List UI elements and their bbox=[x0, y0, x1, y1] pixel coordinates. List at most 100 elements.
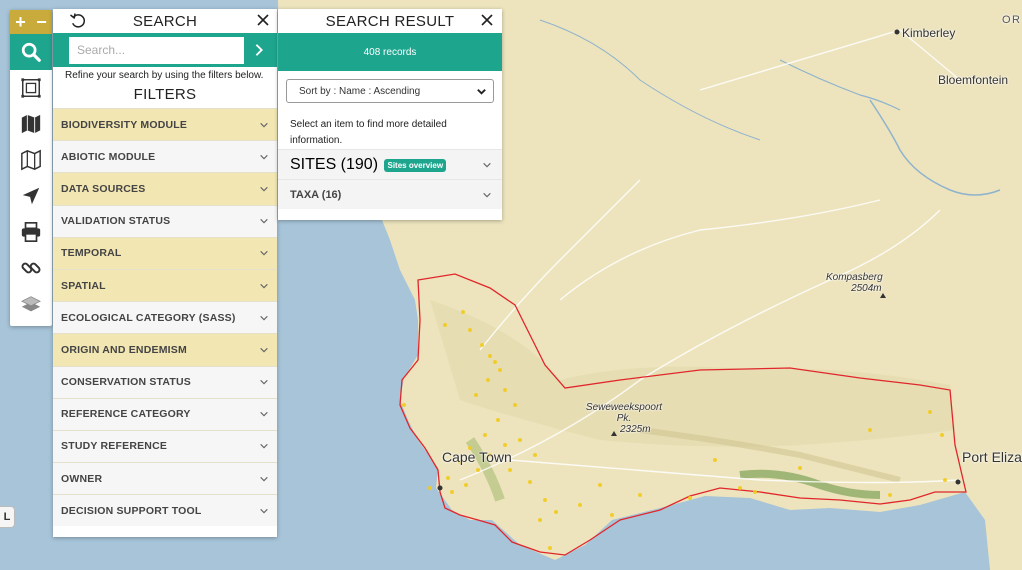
select-area-button[interactable] bbox=[10, 70, 52, 106]
zoom-control: + − bbox=[10, 10, 52, 34]
map-label-kimberley: Kimberley bbox=[902, 26, 956, 40]
filter-item[interactable]: DECISION SUPPORT TOOL bbox=[53, 494, 277, 527]
chevron-down-icon bbox=[260, 186, 268, 192]
map-label-cape-town: Cape Town bbox=[442, 449, 512, 465]
filter-item[interactable]: VALIDATION STATUS bbox=[53, 204, 277, 237]
map-label-orange-free-state: OR F ST bbox=[1002, 14, 1022, 26]
filter-label: ECOLOGICAL CATEGORY (SASS) bbox=[61, 311, 236, 324]
share-link-button[interactable] bbox=[10, 250, 52, 286]
link-icon bbox=[21, 262, 41, 274]
map-label-bloemfontein: Bloemfontein bbox=[938, 73, 1009, 87]
zoom-in-button[interactable]: + bbox=[15, 12, 26, 32]
filter-label: ORIGIN AND ENDEMISM bbox=[61, 343, 187, 356]
chevron-down-icon bbox=[260, 251, 268, 256]
chevron-down-icon bbox=[260, 380, 268, 385]
chevron-down-icon bbox=[260, 283, 268, 289]
chevron-down-icon bbox=[260, 122, 268, 128]
select-area-icon bbox=[21, 78, 41, 98]
chevron-down-icon bbox=[260, 315, 268, 321]
filters-title: FILTERS bbox=[133, 86, 197, 103]
chevron-down-icon bbox=[483, 162, 491, 167]
print-icon bbox=[21, 222, 41, 242]
map-label-kompasberg: Kompasberg 2504m bbox=[826, 272, 883, 294]
chevron-down-icon bbox=[477, 88, 486, 95]
location-arrow-icon bbox=[22, 187, 40, 205]
filter-item[interactable]: TEMPORAL bbox=[53, 236, 277, 269]
filter-label: STUDY REFERENCE bbox=[61, 440, 168, 453]
sites-count-label: SITES (190) bbox=[290, 155, 379, 173]
map-toolbar: + − bbox=[10, 10, 52, 326]
filter-item[interactable]: OWNER bbox=[53, 462, 277, 495]
map-label-seweweekspoort: Seweweekspoort Pk. 2325m bbox=[582, 402, 666, 435]
search-result-title: SEARCH RESULT bbox=[325, 12, 455, 30]
print-button[interactable] bbox=[10, 214, 52, 250]
chevron-down-icon bbox=[260, 347, 268, 353]
chevron-down-icon bbox=[260, 154, 268, 160]
search-bar bbox=[53, 33, 277, 67]
map-layers-button[interactable] bbox=[10, 142, 52, 178]
search-result-panel: SEARCH RESULT 408 records Sort by : Name… bbox=[278, 9, 502, 220]
taxa-section-label: TAXA (16) bbox=[290, 188, 342, 201]
basemap-button[interactable] bbox=[10, 106, 52, 142]
refine-hint: Refine your search by using the filters … bbox=[65, 70, 264, 81]
search-panel-header: SEARCH bbox=[53, 9, 277, 33]
chevron-down-icon bbox=[483, 192, 491, 197]
filter-label: BIODIVERSITY MODULE bbox=[61, 118, 188, 131]
filter-label: SPATIAL bbox=[61, 279, 106, 292]
close-icon[interactable] bbox=[479, 12, 495, 28]
filter-label: VALIDATION STATUS bbox=[61, 215, 171, 228]
zoom-out-button[interactable]: − bbox=[36, 12, 47, 32]
peak-name: Kompasberg bbox=[826, 272, 883, 283]
filter-item[interactable]: REFERENCE CATEGORY bbox=[53, 397, 277, 430]
search-panel: SEARCH Refine your search by using the f… bbox=[53, 9, 277, 537]
layers-icon bbox=[21, 296, 41, 312]
sites-section-label: SITES (190) Sites overview bbox=[290, 155, 447, 174]
peak-name: Seweweekspoort Pk. bbox=[585, 402, 663, 424]
chevron-down-icon bbox=[260, 219, 268, 224]
filter-item[interactable]: ABIOTIC MODULE bbox=[53, 140, 277, 173]
filter-label: OWNER bbox=[61, 472, 103, 485]
map-filled-icon bbox=[21, 114, 41, 134]
chevron-down-icon bbox=[260, 508, 268, 514]
search-submit-button[interactable] bbox=[248, 37, 270, 64]
chevron-right-icon bbox=[255, 44, 263, 56]
search-icon bbox=[21, 42, 41, 62]
peak-elevation: 2325m bbox=[620, 424, 651, 435]
sites-overview-badge[interactable]: Sites overview bbox=[384, 158, 447, 172]
filter-list: BIODIVERSITY MODULE ABIOTIC MODULE DATA SO… bbox=[53, 108, 277, 527]
map-outline-icon bbox=[21, 149, 41, 171]
chevron-down-icon bbox=[260, 444, 268, 449]
locate-button[interactable] bbox=[10, 178, 52, 214]
filter-label: REFERENCE CATEGORY bbox=[61, 408, 191, 421]
filter-label: CONSERVATION STATUS bbox=[61, 376, 191, 389]
layers-button[interactable] bbox=[10, 286, 52, 322]
filter-item[interactable]: ORIGIN AND ENDEMISM bbox=[53, 333, 277, 366]
taxa-section[interactable]: TAXA (16) bbox=[278, 179, 502, 209]
filter-label: DATA SOURCES bbox=[61, 182, 146, 195]
filter-item[interactable]: BIODIVERSITY MODULE bbox=[53, 108, 277, 141]
filter-label: ABIOTIC MODULE bbox=[61, 150, 156, 163]
reset-icon[interactable] bbox=[69, 12, 87, 30]
close-icon[interactable] bbox=[255, 12, 271, 28]
search-panel-title: SEARCH bbox=[132, 12, 198, 30]
sort-select[interactable]: Sort by : Name : Ascending bbox=[286, 79, 494, 103]
filter-label: DECISION SUPPORT TOOL bbox=[61, 504, 202, 517]
search-tool-button[interactable] bbox=[10, 34, 52, 70]
peak-elevation: 2504m bbox=[851, 283, 882, 294]
filter-label: TEMPORAL bbox=[61, 247, 122, 260]
filter-item[interactable]: CONSERVATION STATUS bbox=[53, 365, 277, 398]
chevron-down-icon bbox=[260, 476, 268, 482]
search-result-header: SEARCH RESULT bbox=[278, 9, 502, 33]
result-count: 408 records bbox=[278, 33, 502, 71]
sort-select-value: Sort by : Name : Ascending bbox=[299, 85, 421, 97]
filter-item[interactable]: SPATIAL bbox=[53, 268, 277, 302]
filter-item[interactable]: ECOLOGICAL CATEGORY (SASS) bbox=[53, 301, 277, 334]
filter-item[interactable]: DATA SOURCES bbox=[53, 172, 277, 205]
filter-item[interactable]: STUDY REFERENCE bbox=[53, 429, 277, 463]
search-input[interactable] bbox=[69, 36, 244, 64]
select-item-hint: Select an item to find more detailed inf… bbox=[290, 119, 447, 146]
chevron-down-icon bbox=[260, 412, 268, 417]
map-label-port-elizabeth: Port Elizabeth bbox=[962, 449, 1022, 465]
side-panel-tab[interactable]: L bbox=[0, 506, 15, 528]
sites-section[interactable]: SITES (190) Sites overview bbox=[278, 149, 502, 179]
